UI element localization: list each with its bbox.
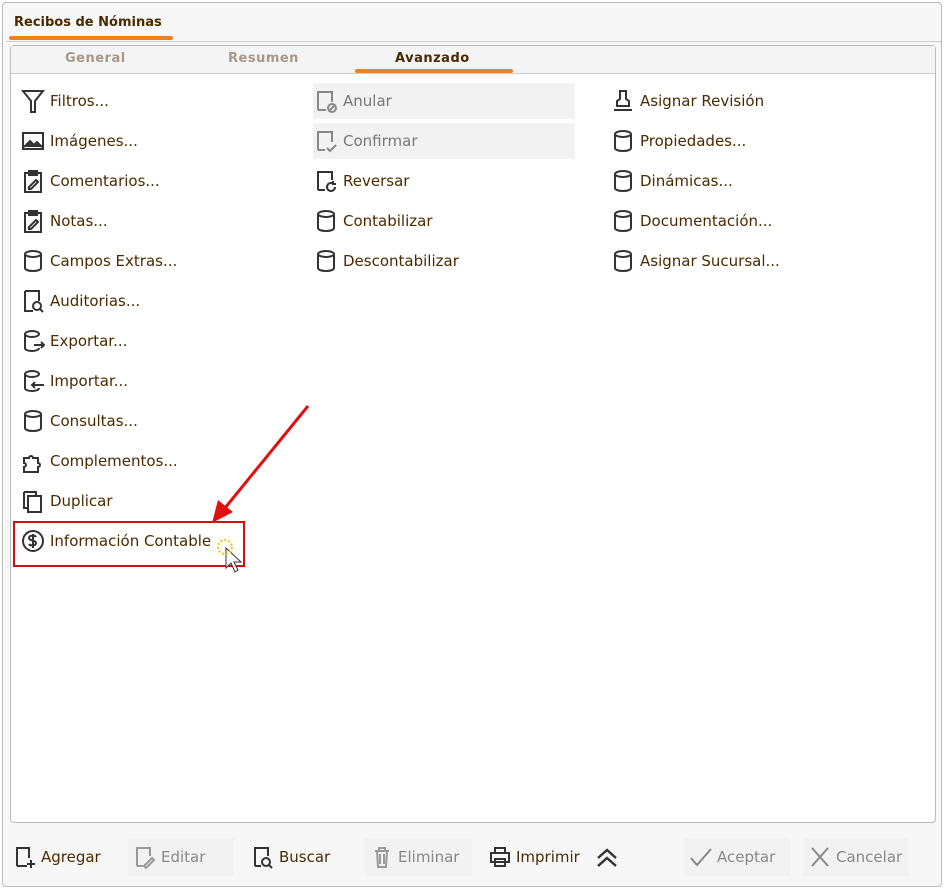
search-doc-icon [254,847,273,869]
buscar-label: Buscar [279,848,331,866]
expand-button[interactable] [590,838,627,876]
cancelar-button[interactable]: Cancelar [803,838,909,876]
double-chevron-up-icon [597,848,617,867]
aceptar-label: Aceptar [717,848,776,866]
aceptar-button[interactable]: Aceptar [684,838,790,876]
printer-icon [490,847,510,867]
imprimir-label: Imprimir [516,848,580,866]
agregar-button[interactable]: Agregar [8,838,105,876]
eliminar-button[interactable]: Eliminar [365,838,472,876]
close-icon [811,847,829,867]
edit-doc-icon [136,847,156,870]
cursor-icon [217,539,243,573]
trash-icon [375,847,389,868]
buscar-button[interactable]: Buscar [246,838,334,876]
eliminar-label: Eliminar [398,848,460,866]
cancelar-label: Cancelar [836,848,903,866]
agregar-label: Agregar [41,848,101,866]
add-doc-icon [16,847,35,868]
editar-label: Editar [161,848,206,866]
check-icon [690,848,712,867]
annotation-arrow [212,405,310,573]
imprimir-button[interactable]: Imprimir [483,838,584,876]
editar-button[interactable]: Editar [128,838,234,876]
